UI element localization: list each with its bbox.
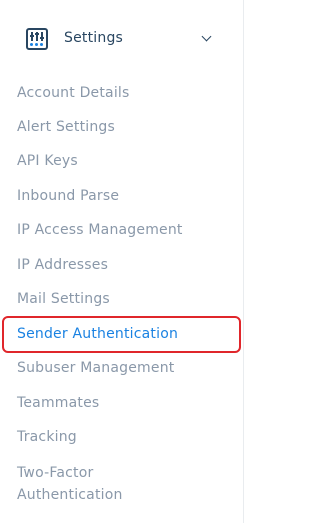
- sidebar-item-inbound-parse[interactable]: Inbound Parse: [17, 186, 119, 207]
- sidebar-item-api-keys[interactable]: API Keys: [17, 151, 78, 172]
- sidebar-item-teammates[interactable]: Teammates: [17, 393, 99, 414]
- settings-sidebar: Settings Account Details Alert Settings …: [0, 0, 244, 523]
- sidebar-item-sender-authentication[interactable]: Sender Authentication: [17, 324, 178, 345]
- sidebar-item-ip-addresses[interactable]: IP Addresses: [17, 255, 108, 276]
- settings-section-title: Settings: [64, 30, 124, 46]
- sidebar-item-ip-access-management[interactable]: IP Access Management: [17, 220, 183, 241]
- sidebar-item-two-factor-authentication[interactable]: Two-Factor Authentication: [17, 462, 147, 506]
- sidebar-item-account-details[interactable]: Account Details: [17, 83, 130, 104]
- settings-section-header[interactable]: Settings: [0, 16, 243, 60]
- sidebar-item-subuser-management[interactable]: Subuser Management: [17, 358, 174, 379]
- chevron-down-icon[interactable]: [201, 31, 212, 42]
- sidebar-item-alert-settings[interactable]: Alert Settings: [17, 117, 115, 138]
- sidebar-item-tracking[interactable]: Tracking: [17, 427, 77, 448]
- sidebar-item-mail-settings[interactable]: Mail Settings: [17, 289, 110, 310]
- settings-sliders-icon: [26, 28, 48, 50]
